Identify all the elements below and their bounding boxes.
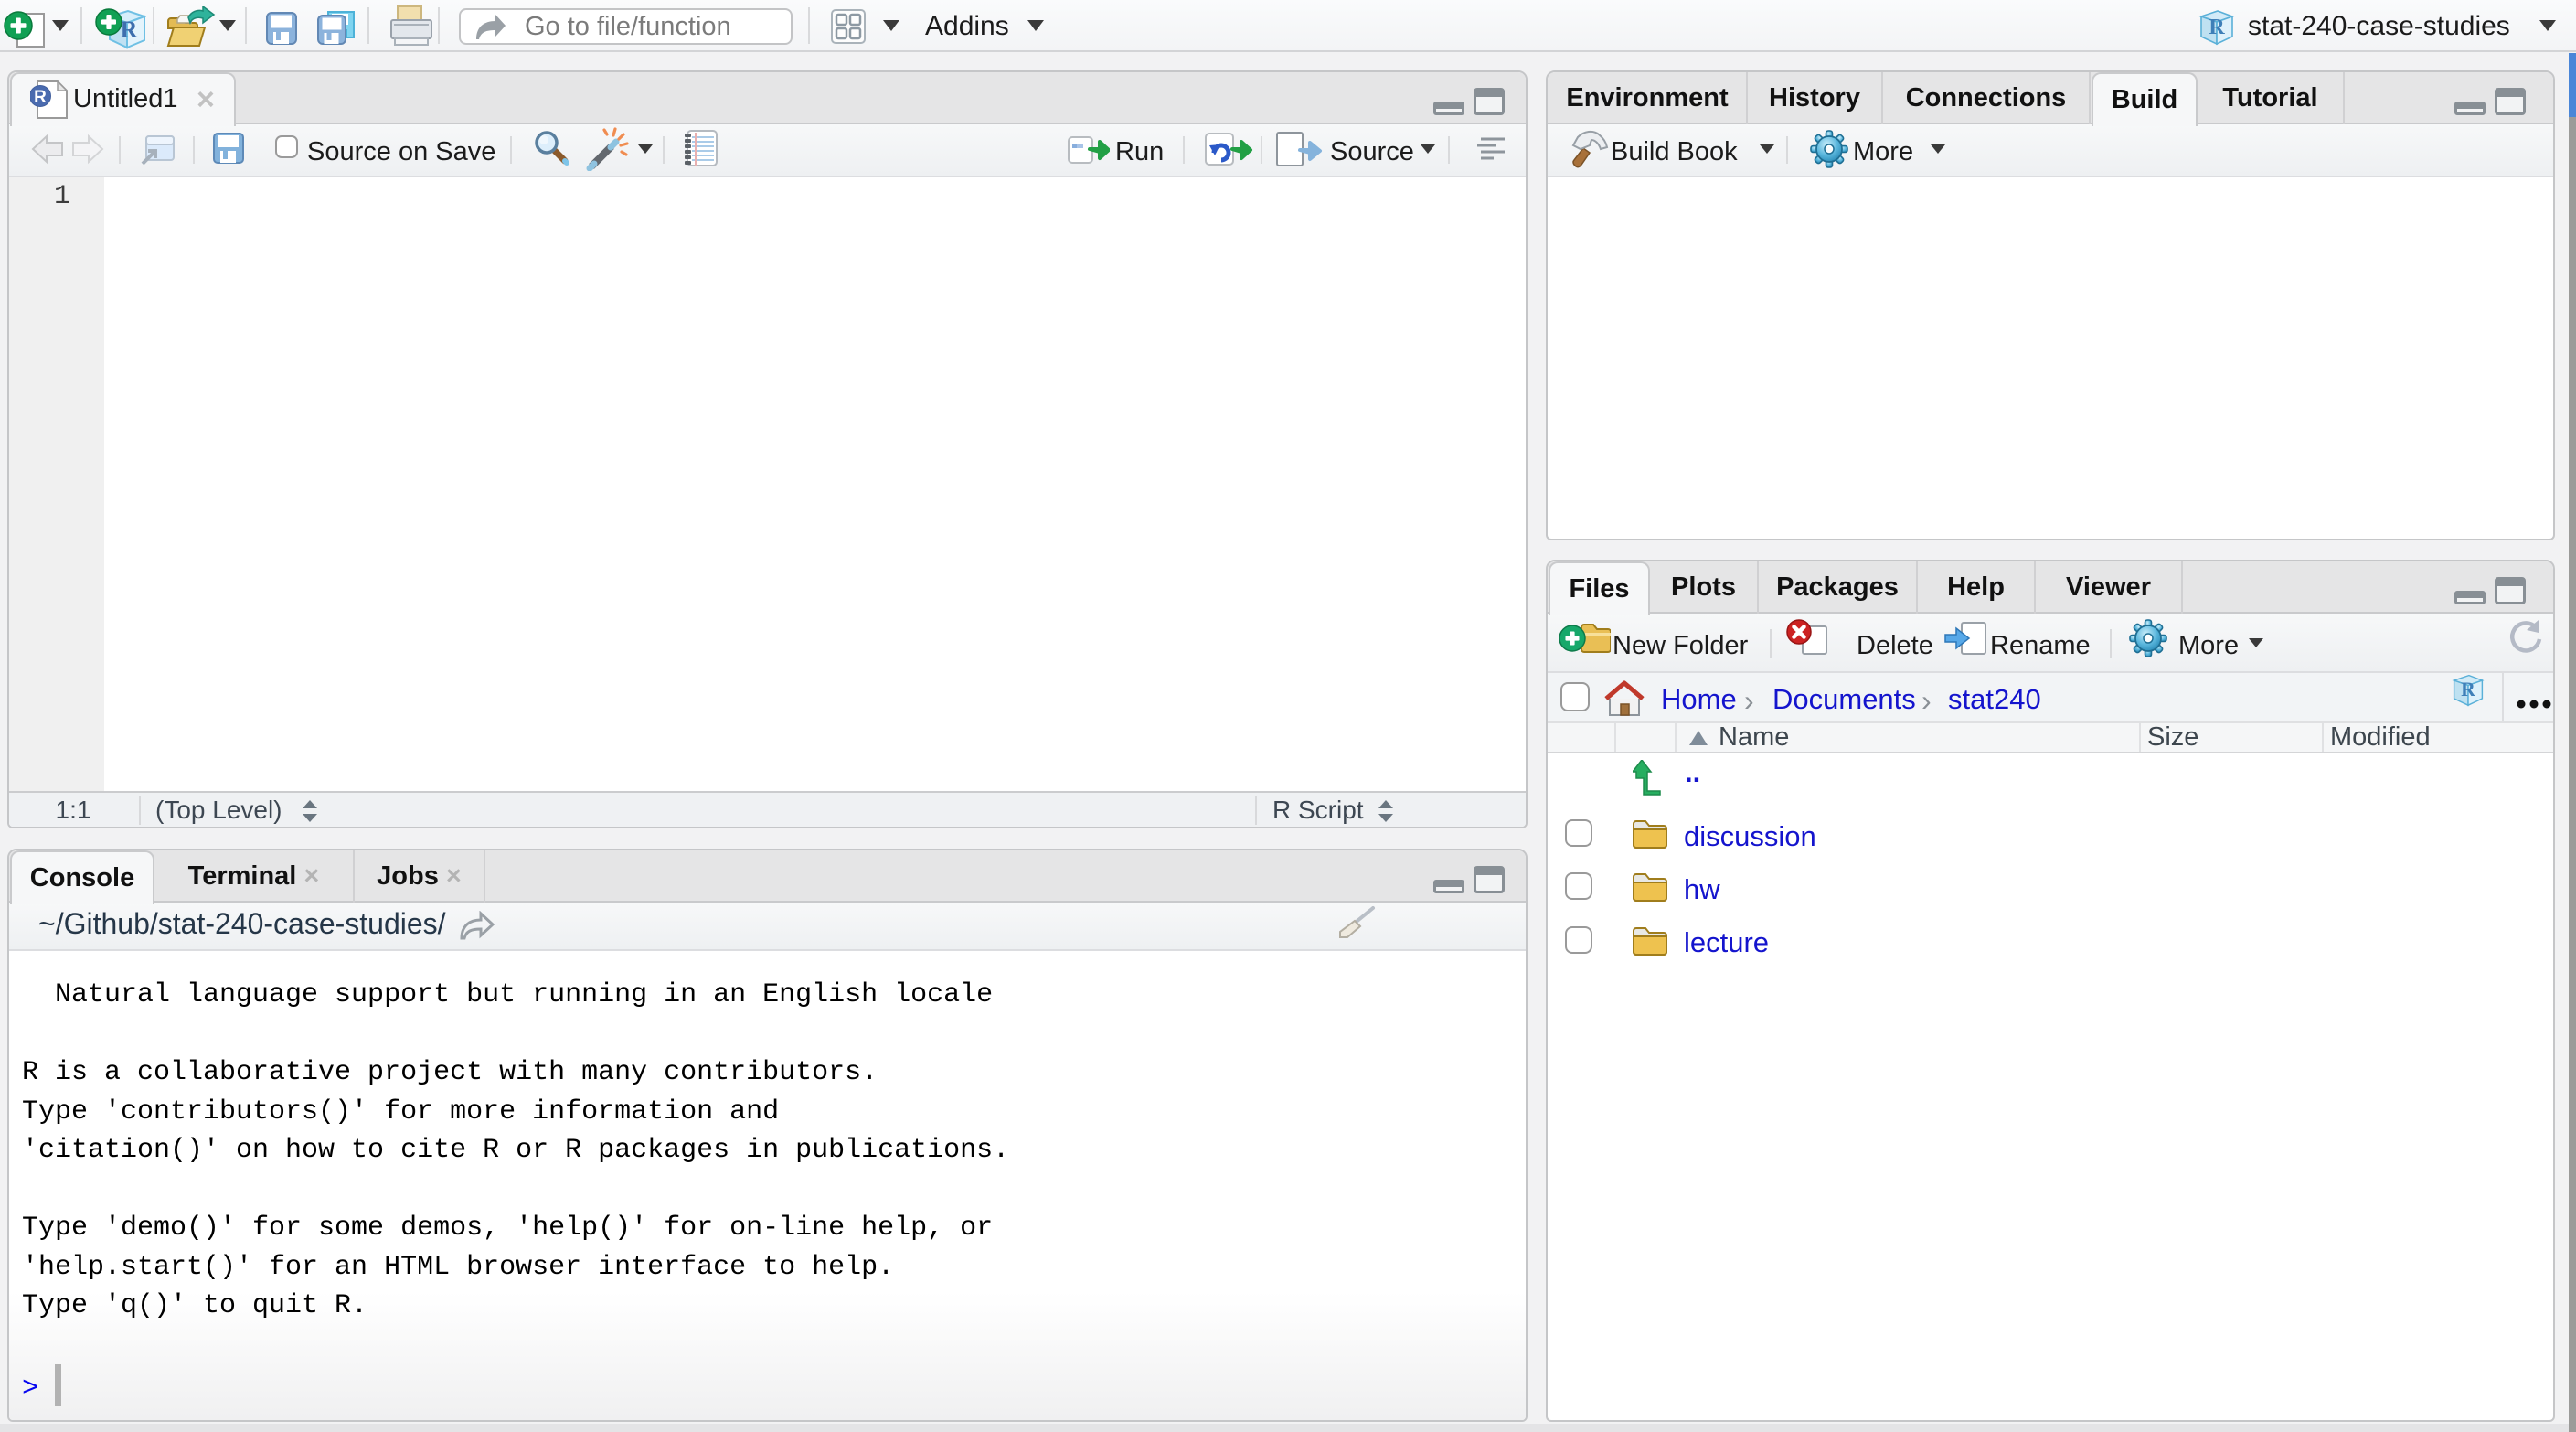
svg-text:R: R xyxy=(34,88,47,107)
svg-text:R: R xyxy=(2461,679,2475,700)
svg-text:R: R xyxy=(2209,16,2225,39)
svg-text:R: R xyxy=(121,16,138,43)
